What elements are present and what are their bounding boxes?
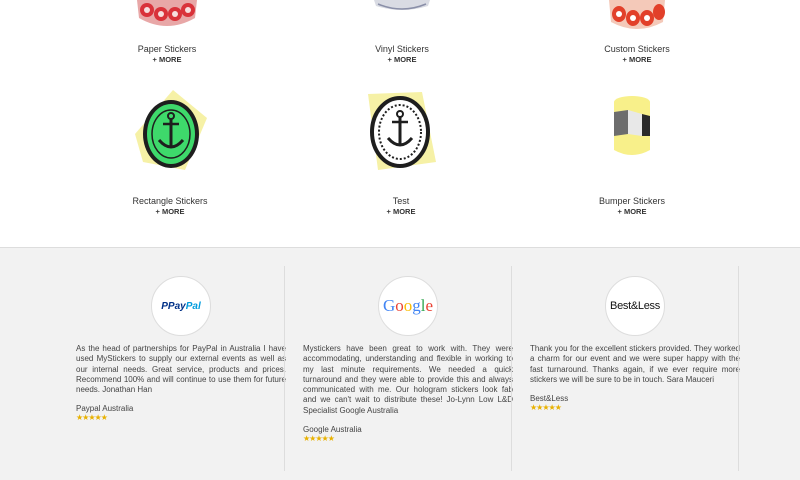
product-card-bumper-stickers[interactable]: Bumper Stickers + MORE — [532, 88, 732, 216]
testimonial-paypal: PPayPal As the head of partnerships for … — [76, 266, 286, 422]
vinyl-stickers-image[interactable] — [302, 0, 502, 44]
best-and-less-logo: Best&Less — [605, 276, 665, 336]
more-link[interactable]: + MORE — [301, 207, 501, 216]
testimonial-quote: Thank you for the excellent stickers pro… — [530, 344, 740, 384]
product-name[interactable]: Test — [301, 196, 501, 207]
product-card-rectangle-stickers[interactable]: Rectangle Stickers + MORE — [70, 88, 270, 216]
product-card-test[interactable]: Test + MORE — [301, 88, 501, 216]
column-divider — [738, 266, 739, 471]
product-card-custom-stickers[interactable]: Custom Stickers + MORE — [537, 0, 737, 64]
more-link[interactable]: + MORE — [537, 55, 737, 64]
test-image[interactable] — [301, 88, 501, 196]
product-name[interactable]: Vinyl Stickers — [302, 44, 502, 55]
rectangle-stickers-image[interactable] — [70, 88, 270, 196]
testimonial-company: Best&Less — [530, 394, 569, 404]
rating-stars: ★★★★★ — [76, 413, 108, 423]
column-divider — [511, 266, 512, 471]
product-name[interactable]: Rectangle Stickers — [70, 196, 270, 207]
paper-stickers-image[interactable] — [67, 0, 267, 44]
rating-stars: ★★★★★ — [530, 403, 562, 413]
product-card-vinyl-stickers[interactable]: Vinyl Stickers + MORE — [302, 0, 502, 64]
bumper-stickers-image[interactable] — [532, 88, 732, 196]
testimonial-google: Google Mystickers have been great to wor… — [303, 266, 513, 443]
product-name[interactable]: Bumper Stickers — [532, 196, 732, 207]
paypal-logo-text-pay: Pay — [167, 300, 186, 312]
rating-stars: ★★★★★ — [303, 434, 335, 444]
best-and-less-logo-text: Best&Less — [610, 300, 660, 312]
product-name[interactable]: Custom Stickers — [537, 44, 737, 55]
product-grid: Paper Stickers + MORE Vinyl Stickers + M… — [0, 0, 800, 247]
more-link[interactable]: + MORE — [532, 207, 732, 216]
testimonial-quote: As the head of partnerships for PayPal i… — [76, 344, 286, 395]
more-link[interactable]: + MORE — [70, 207, 270, 216]
custom-stickers-image[interactable] — [537, 0, 737, 44]
more-link[interactable]: + MORE — [67, 55, 267, 64]
google-logo: Google — [378, 276, 438, 336]
product-name[interactable]: Paper Stickers — [67, 44, 267, 55]
paypal-logo: PPayPal — [151, 276, 211, 336]
product-card-paper-stickers[interactable]: Paper Stickers + MORE — [67, 0, 267, 64]
testimonial-best-and-less: Best&Less Thank you for the excellent st… — [530, 266, 740, 412]
testimonial-quote: Mystickers have been great to work with.… — [303, 344, 513, 415]
testimonial-company: Google Australia — [303, 425, 362, 435]
testimonials-section: PPayPal As the head of partnerships for … — [0, 248, 800, 480]
testimonial-company: Paypal Australia — [76, 404, 134, 414]
column-divider — [284, 266, 285, 471]
paypal-logo-text-pal: Pal — [185, 300, 201, 312]
more-link[interactable]: + MORE — [302, 55, 502, 64]
